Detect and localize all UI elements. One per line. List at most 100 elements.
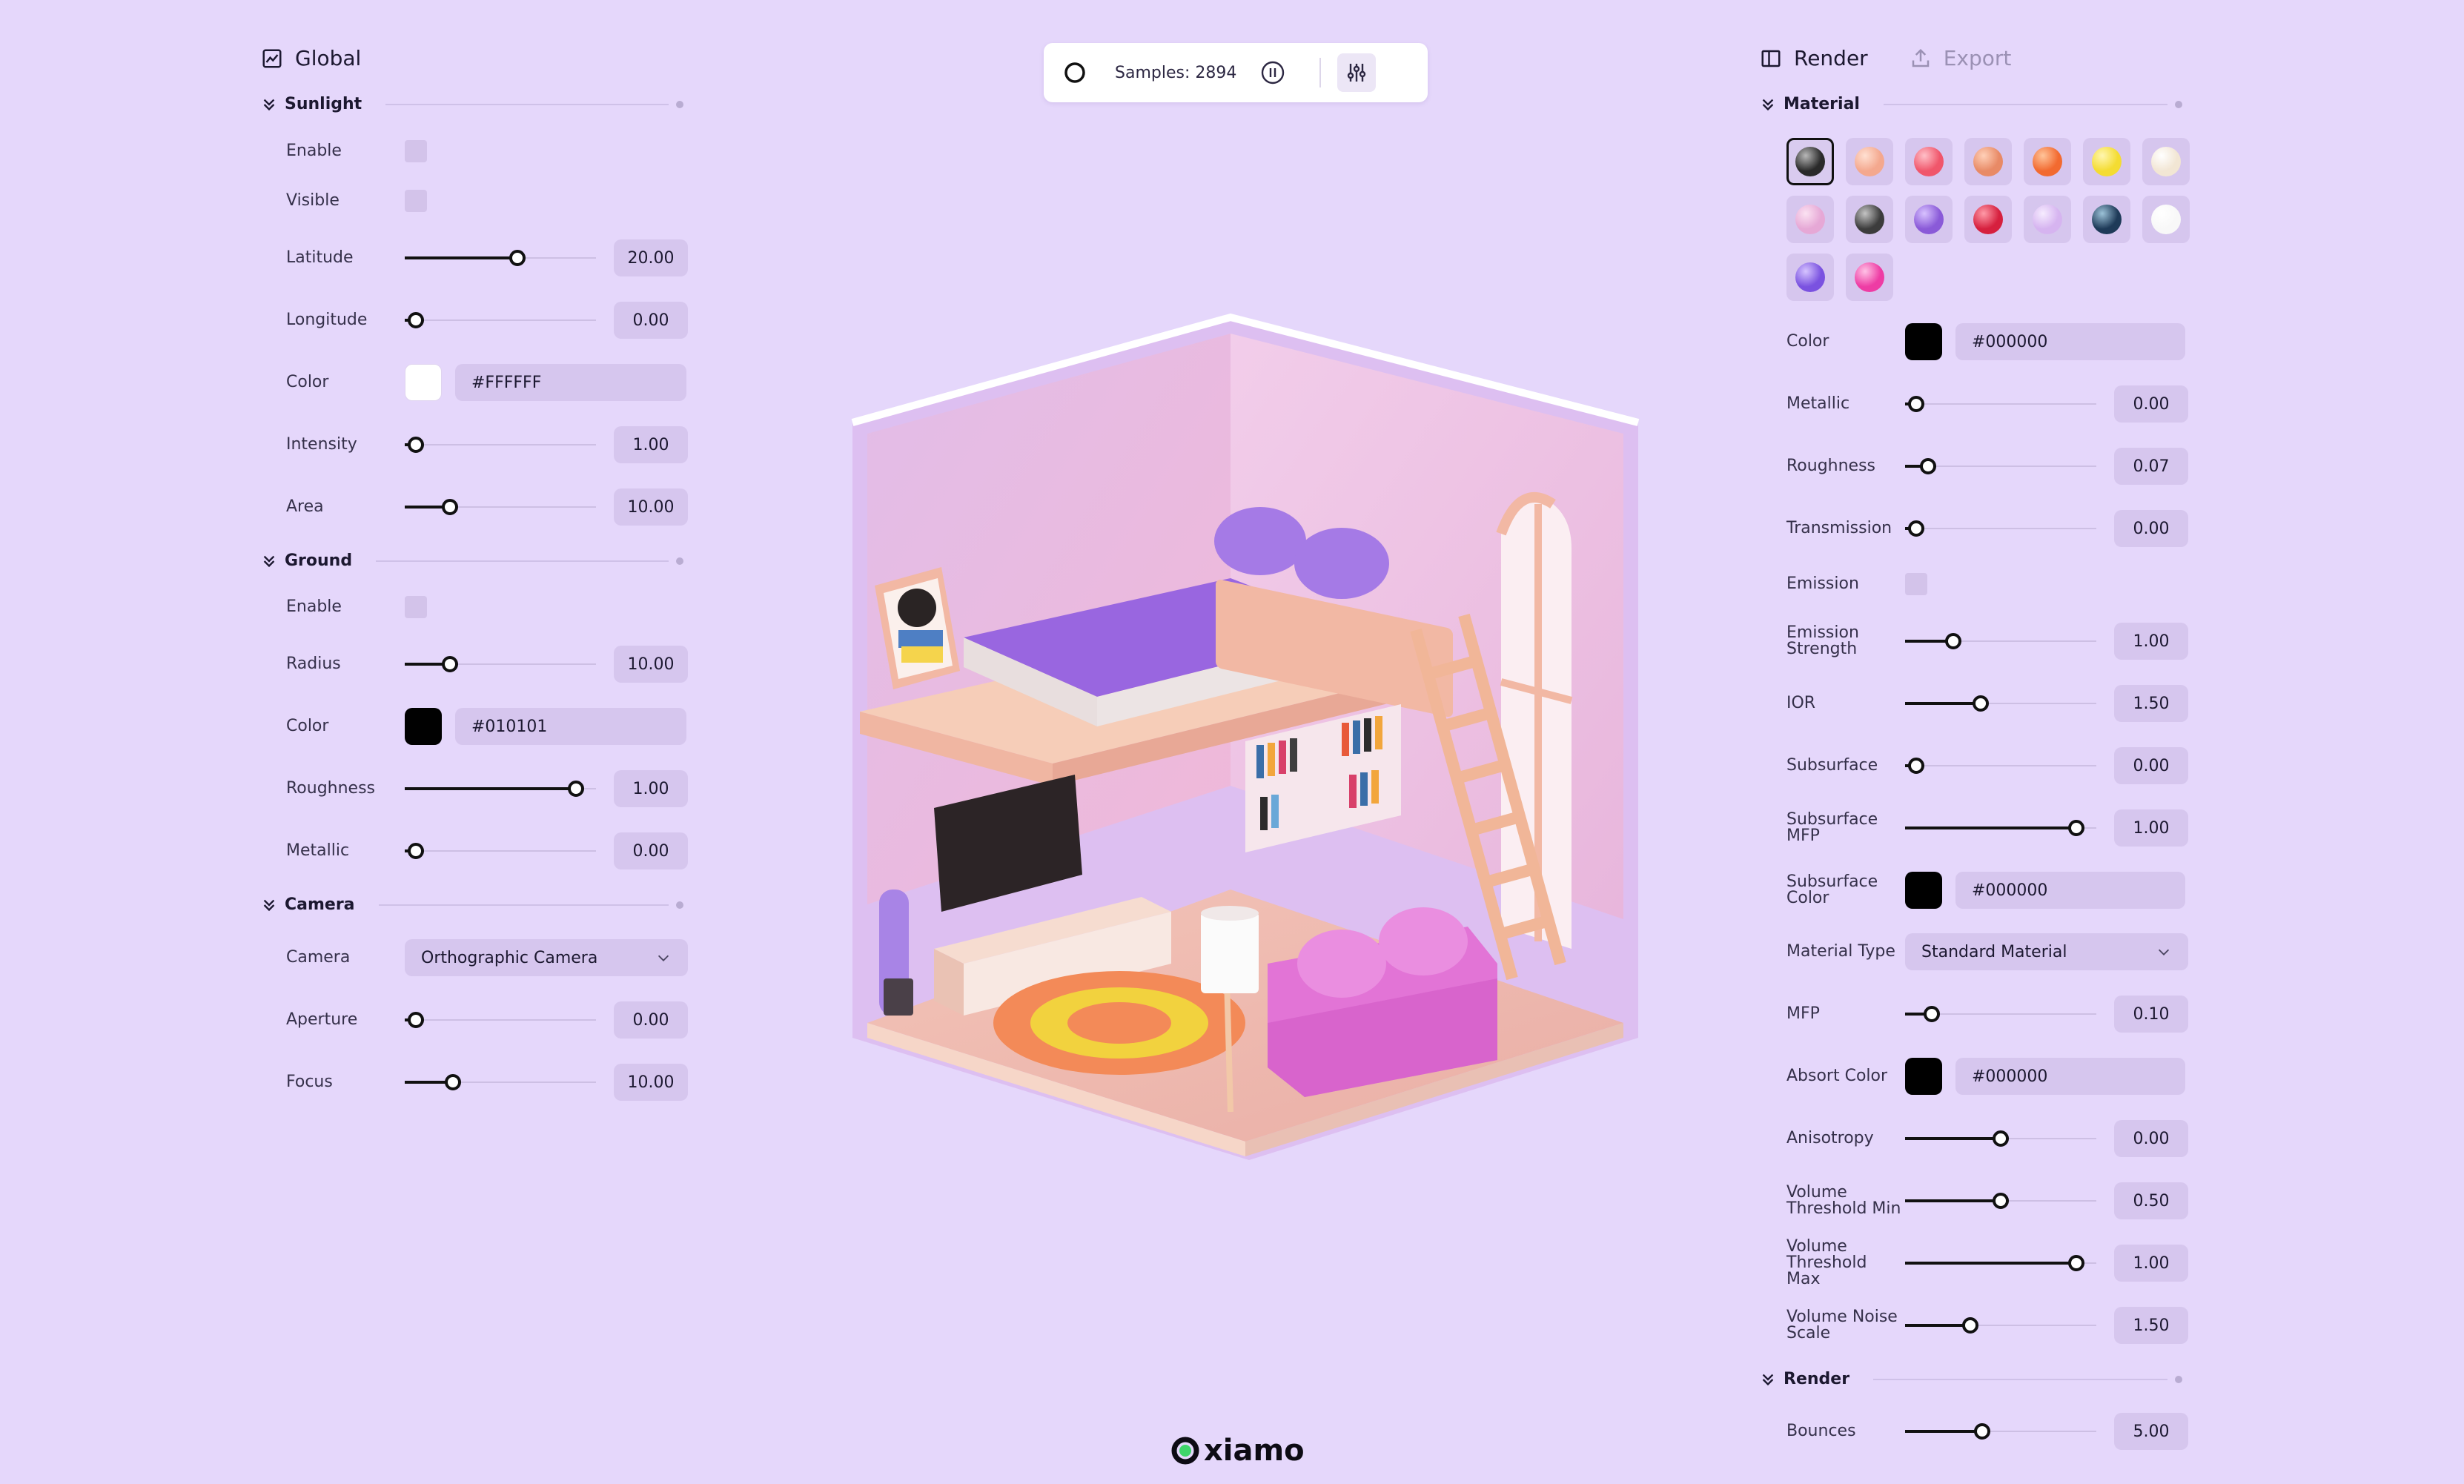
mfp-slider-handle[interactable] — [1923, 1006, 1940, 1022]
area-slider[interactable] — [405, 488, 596, 526]
longitude-slider[interactable] — [405, 302, 596, 339]
absorb-color-input[interactable]: #000000 — [1955, 1058, 2185, 1095]
emission-strength-input[interactable]: 1.00 — [2114, 623, 2188, 660]
ground-color-input[interactable]: #010101 — [455, 708, 686, 745]
anisotropy-slider[interactable] — [1905, 1120, 2096, 1157]
volume-threshold-max-input[interactable]: 1.00 — [2114, 1245, 2188, 1282]
bounces-slider-handle[interactable] — [1974, 1423, 1991, 1440]
intensity-slider-handle[interactable] — [408, 437, 425, 453]
aperture-input[interactable]: 0.00 — [614, 1001, 688, 1039]
ior-slider[interactable] — [1905, 685, 2096, 722]
material-preset-13[interactable] — [2083, 196, 2130, 243]
volume-noise-scale-slider-handle[interactable] — [1962, 1317, 1979, 1334]
intensity-input[interactable]: 1.00 — [614, 426, 688, 463]
emission-strength-slider-handle[interactable] — [1945, 633, 1962, 649]
material-preset-15[interactable] — [1786, 254, 1834, 301]
material-preset-3[interactable] — [1905, 138, 1953, 185]
material-preset-5[interactable] — [2024, 138, 2071, 185]
ground-metallic-slider[interactable] — [405, 832, 596, 869]
sunlight-color-input[interactable]: #FFFFFF — [455, 364, 686, 401]
material-preset-11[interactable] — [1964, 196, 2012, 243]
volume-threshold-max-slider-handle[interactable] — [2068, 1255, 2085, 1271]
anisotropy-slider-handle[interactable] — [1993, 1130, 2009, 1147]
subsurface-mfp-slider-handle[interactable] — [2068, 820, 2085, 836]
absorb-color-swatch[interactable] — [1905, 1058, 1942, 1095]
intensity-slider[interactable] — [405, 426, 596, 463]
roughness-slider-handle[interactable] — [1920, 458, 1937, 474]
volume-threshold-min-slider-handle[interactable] — [1993, 1193, 2009, 1209]
ground-enable-checkbox[interactable] — [405, 596, 427, 618]
aperture-slider-handle[interactable] — [408, 1012, 425, 1028]
transmission-slider-handle[interactable] — [1908, 520, 1925, 537]
subsurface-input[interactable]: 0.00 — [2114, 747, 2188, 784]
subsurface-slider-handle[interactable] — [1908, 758, 1925, 774]
subsurface-slider[interactable] — [1905, 747, 2096, 784]
material-preset-6[interactable] — [2083, 138, 2130, 185]
emission-strength-slider[interactable] — [1905, 623, 2096, 660]
material-preset-1[interactable] — [1786, 138, 1834, 185]
ground-section-header[interactable]: Ground — [261, 551, 683, 570]
camera-select[interactable]: Orthographic Camera — [405, 939, 688, 976]
ground-color-swatch[interactable] — [405, 708, 442, 745]
sunlight-visible-checkbox[interactable] — [405, 190, 427, 212]
camera-section-header[interactable]: Camera — [261, 895, 683, 914]
emission-checkbox[interactable] — [1905, 573, 1927, 595]
volume-noise-scale-input[interactable]: 1.50 — [2114, 1307, 2188, 1344]
sunlight-color-swatch[interactable] — [405, 364, 442, 401]
volume-threshold-min-input[interactable]: 0.50 — [2114, 1182, 2188, 1219]
ground-metallic-input[interactable]: 0.00 — [614, 832, 688, 869]
longitude-slider-handle[interactable] — [408, 312, 425, 328]
material-preset-2[interactable] — [1846, 138, 1893, 185]
metallic-slider[interactable] — [1905, 385, 2096, 423]
render-section-header[interactable]: Render — [1760, 1370, 2182, 1388]
ior-input[interactable]: 1.50 — [2114, 685, 2188, 722]
focus-slider-handle[interactable] — [445, 1074, 462, 1090]
subsurface-color-input[interactable]: #000000 — [1955, 872, 2185, 909]
material-color-swatch[interactable] — [1905, 323, 1942, 360]
area-slider-handle[interactable] — [441, 499, 458, 515]
material-type-select[interactable]: Standard Material — [1905, 933, 2188, 970]
radius-slider[interactable] — [405, 646, 596, 683]
material-section-header[interactable]: Material — [1760, 95, 2182, 113]
ground-roughness-slider-handle[interactable] — [568, 781, 585, 797]
area-input[interactable]: 10.00 — [614, 488, 688, 526]
sunlight-enable-checkbox[interactable] — [405, 140, 427, 162]
volume-threshold-min-slider[interactable] — [1905, 1182, 2096, 1219]
subsurface-mfp-slider[interactable] — [1905, 809, 2096, 847]
radius-slider-handle[interactable] — [441, 656, 458, 672]
ground-roughness-slider[interactable] — [405, 770, 596, 807]
material-preset-4[interactable] — [1964, 138, 2012, 185]
latitude-slider[interactable] — [405, 239, 596, 276]
subsurface-mfp-input[interactable]: 1.00 — [2114, 809, 2188, 847]
metallic-input[interactable]: 0.00 — [2114, 385, 2188, 423]
anisotropy-input[interactable]: 0.00 — [2114, 1120, 2188, 1157]
volume-threshold-max-slider[interactable] — [1905, 1245, 2096, 1282]
render-viewport[interactable] — [830, 311, 1653, 1164]
ground-metallic-slider-handle[interactable] — [408, 843, 425, 859]
material-preset-12[interactable] — [2024, 196, 2071, 243]
transmission-slider[interactable] — [1905, 510, 2096, 547]
material-preset-8[interactable] — [1786, 196, 1834, 243]
ground-roughness-input[interactable]: 1.00 — [614, 770, 688, 807]
radius-input[interactable]: 10.00 — [614, 646, 688, 683]
bounces-input[interactable]: 5.00 — [2114, 1413, 2188, 1450]
latitude-input[interactable]: 20.00 — [614, 239, 688, 276]
material-preset-10[interactable] — [1905, 196, 1953, 243]
sunlight-section-header[interactable]: Sunlight — [261, 95, 683, 113]
material-preset-7[interactable] — [2142, 138, 2190, 185]
pause-icon[interactable] — [1260, 60, 1285, 85]
roughness-input[interactable]: 0.07 — [2114, 448, 2188, 485]
material-color-input[interactable]: #000000 — [1955, 323, 2185, 360]
mfp-slider[interactable] — [1905, 996, 2096, 1033]
material-preset-16[interactable] — [1846, 254, 1893, 301]
mfp-input[interactable]: 0.10 — [2114, 996, 2188, 1033]
tab-render[interactable]: Render — [1760, 46, 1868, 70]
subsurface-color-swatch[interactable] — [1905, 872, 1942, 909]
focus-input[interactable]: 10.00 — [614, 1064, 688, 1101]
render-settings-button[interactable] — [1337, 53, 1376, 92]
ior-slider-handle[interactable] — [1972, 695, 1989, 712]
volume-noise-scale-slider[interactable] — [1905, 1307, 2096, 1344]
bounces-slider[interactable] — [1905, 1413, 2096, 1450]
tab-export[interactable]: Export — [1910, 46, 2011, 70]
aperture-slider[interactable] — [405, 1001, 596, 1039]
